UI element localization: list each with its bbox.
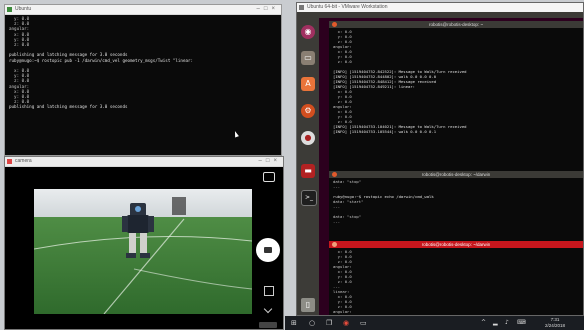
mouse-cursor-icon bbox=[233, 130, 239, 138]
app-icon[interactable]: ▬ bbox=[301, 164, 315, 178]
files-icon[interactable]: ▭ bbox=[301, 51, 315, 65]
ubuntu-top-panel bbox=[297, 12, 583, 18]
terminal-2-title: robotis@robotis-desktop: ~/darwin bbox=[421, 172, 491, 177]
network-icon[interactable]: ▂ bbox=[493, 319, 498, 327]
terminal-1-title: robotis@robotis-desktop: ~ bbox=[429, 22, 483, 27]
vm-window-title: Ubuntu 64-bit - VMware Workstation bbox=[307, 4, 388, 10]
volume-icon[interactable]: ♪ bbox=[505, 319, 509, 327]
chevron-down-icon[interactable] bbox=[263, 304, 273, 314]
camera-preview bbox=[34, 189, 252, 314]
terminal-line: [INFO] [1519404753.105544]: walk 0.0 0.0… bbox=[333, 129, 437, 134]
window-titlebar[interactable]: Ubuntu –□× bbox=[5, 5, 281, 15]
vmware-window[interactable]: Ubuntu 64-bit - VMware Workstation ◉ ▭ A… bbox=[296, 2, 584, 316]
terminal-output[interactable]: y: 0.0 z: 0.0 angular: x: 0.0 y: 0.0 z: 0… bbox=[5, 15, 281, 111]
terminal-2-output[interactable]: data: "stop" --- ruby@nugo:~$ rostopic ec… bbox=[329, 178, 583, 225]
chrome-icon[interactable]: ◉ bbox=[343, 319, 349, 327]
home-bar[interactable] bbox=[259, 322, 277, 328]
chevron-up-icon[interactable]: ^ bbox=[481, 319, 486, 327]
trash-icon[interactable]: ▯ bbox=[301, 298, 315, 312]
window-controls[interactable]: –□× bbox=[257, 5, 279, 14]
terminal-icon[interactable]: >_ bbox=[301, 190, 317, 206]
window-title: Ubuntu bbox=[15, 6, 32, 12]
terminal-3-title: robotis@robotis-desktop: ~/darwin bbox=[421, 242, 491, 247]
unity-launcher: ◉ ▭ A ⚙ ● ▬ >_ ▯ bbox=[297, 18, 319, 315]
taskbar-clock[interactable]: 7:31 2/24/2018 bbox=[535, 317, 575, 329]
camera-app-icon bbox=[7, 159, 12, 164]
rviz-icon[interactable]: ● bbox=[301, 131, 315, 145]
close-icon[interactable] bbox=[332, 172, 337, 177]
phone-camera-controls bbox=[253, 166, 283, 329]
camera-titlebar[interactable]: camera –□× bbox=[5, 157, 283, 167]
windows-taskbar: ⊞ ○ ❐ ◉ ▭ ^ ▂ ♪ ⌨ 7:31 2/24/2018 bbox=[285, 316, 584, 330]
terminal-3-titlebar[interactable]: robotis@robotis-desktop: ~/darwin bbox=[329, 241, 583, 248]
clock-date: 2/24/2018 bbox=[544, 323, 566, 328]
vmware-icon bbox=[299, 5, 304, 10]
switch-camera-icon[interactable] bbox=[263, 172, 275, 182]
terminal-window-top[interactable]: Ubuntu –□× y: 0.0 z: 0.0 angular: x: 0.0 … bbox=[4, 4, 282, 156]
terminal-1-output[interactable]: x: 0.0 y: 0.0 z: 0.0 angular: x: 0.0 y: 0… bbox=[329, 28, 583, 135]
terminal-app-icon bbox=[7, 7, 12, 12]
terminal-1-titlebar[interactable]: robotis@robotis-desktop: ~ bbox=[329, 21, 583, 28]
terminal-icon[interactable]: ▭ bbox=[360, 319, 367, 327]
close-icon[interactable] bbox=[332, 22, 337, 27]
close-icon[interactable] bbox=[332, 242, 337, 247]
windows-start-icon[interactable]: ⊞ bbox=[291, 319, 297, 327]
camera-window-title: camera bbox=[15, 158, 32, 164]
camera-window-controls[interactable]: –□× bbox=[259, 157, 281, 166]
camera-shutter-button[interactable] bbox=[256, 238, 280, 262]
terminal-2-titlebar[interactable]: robotis@robotis-desktop: ~/darwin bbox=[329, 171, 583, 178]
terminal-line: publishing and latching message for 3.0 … bbox=[9, 104, 128, 110]
ubuntu-terminal-3[interactable]: robotis@robotis-desktop: ~/darwin x: 0.0… bbox=[329, 241, 583, 315]
camera-shutter-icon bbox=[264, 247, 272, 253]
ubuntu-terminal-2[interactable]: robotis@robotis-desktop: ~/darwin data: … bbox=[329, 171, 583, 241]
terminal-3-output[interactable]: x: 0.0 y: 0.0 z: 0.0 angular: x: 0.0 y: 0… bbox=[329, 248, 583, 315]
task-view-icon[interactable]: ❐ bbox=[326, 319, 332, 327]
software-center-icon[interactable]: A bbox=[301, 77, 315, 91]
keyboard-icon[interactable]: ⌨ bbox=[517, 319, 526, 327]
search-icon[interactable]: ○ bbox=[309, 319, 315, 327]
ubuntu-terminal-1[interactable]: robotis@robotis-desktop: ~ x: 0.0 y: 0.0… bbox=[329, 21, 583, 171]
camera-window[interactable]: camera –□× bbox=[4, 156, 284, 330]
terminal-line: --- bbox=[333, 219, 341, 224]
camera-mode-icon[interactable] bbox=[264, 286, 274, 296]
ubuntu-dash-icon[interactable]: ◉ bbox=[301, 25, 315, 39]
settings-icon[interactable]: ⚙ bbox=[301, 104, 315, 118]
soccer-field-scene bbox=[34, 189, 252, 314]
